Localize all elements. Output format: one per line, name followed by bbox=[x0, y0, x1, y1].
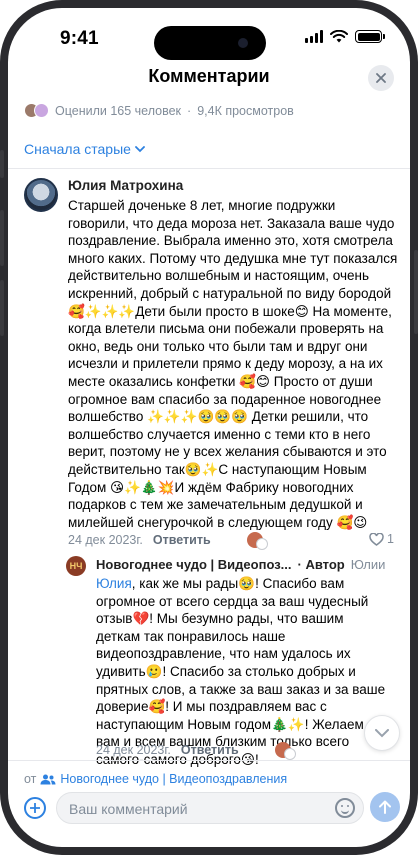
dynamic-island bbox=[154, 26, 266, 60]
reply-footer: 24 дек 2023г. Ответить bbox=[96, 742, 296, 760]
reply-body: , как же мы рады🥹! Спасибо вам огромное … bbox=[96, 576, 386, 767]
comment-composer bbox=[8, 788, 410, 828]
close-icon bbox=[376, 73, 386, 83]
scroll-down-icon bbox=[375, 728, 389, 737]
liker-avatars bbox=[24, 103, 49, 118]
volume-down-button bbox=[0, 280, 4, 336]
comment-footer: 24 дек 2023г. Ответить bbox=[68, 532, 268, 550]
divider bbox=[8, 760, 410, 761]
reply-text: Юлия, как же мы рады🥹! Спасибо вам огром… bbox=[96, 575, 390, 769]
from-prefix: от bbox=[24, 772, 37, 786]
power-button bbox=[414, 250, 418, 334]
comment-input[interactable] bbox=[69, 799, 319, 819]
heart-icon bbox=[369, 532, 384, 546]
volume-up-button bbox=[0, 210, 4, 266]
send-button[interactable] bbox=[370, 792, 400, 822]
reply-button[interactable]: Ответить bbox=[181, 743, 239, 757]
send-icon bbox=[379, 800, 391, 814]
emoji-icon[interactable] bbox=[335, 798, 355, 818]
comment-author[interactable]: Юлия Матрохина bbox=[68, 178, 183, 193]
battery-icon bbox=[355, 30, 385, 43]
sort-label: Сначала старые bbox=[24, 141, 131, 157]
author-reaction-icon bbox=[246, 532, 268, 550]
add-attachment-button[interactable] bbox=[24, 797, 46, 819]
comment-input-wrapper bbox=[56, 792, 364, 824]
screen: 9:41 Комментарии Оценили 165 человек · 9… bbox=[8, 8, 410, 847]
cellular-signal-icon bbox=[305, 30, 323, 43]
avatar bbox=[34, 103, 49, 118]
reply-to: Юлии bbox=[350, 557, 386, 572]
status-time: 9:41 bbox=[60, 28, 99, 49]
avatar[interactable] bbox=[24, 178, 58, 212]
reply-header: Новогоднее чудо | Видеопоз... · Автор Юл… bbox=[96, 557, 396, 572]
author-reaction-icon bbox=[274, 742, 296, 760]
community-name: Новогоднее чудо | Видеопоздравления bbox=[60, 772, 288, 786]
reply-author[interactable]: Новогоднее чудо | Видеопоз... bbox=[96, 557, 292, 572]
like-count: 1 bbox=[387, 532, 394, 546]
comment-date: 24 дек 2023г. bbox=[68, 533, 143, 547]
reply-date: 24 дек 2023г. bbox=[96, 743, 171, 757]
reply-button[interactable]: Ответить bbox=[153, 533, 211, 547]
page-title: Комментарии bbox=[148, 66, 270, 86]
avatar[interactable]: НЧ bbox=[66, 556, 86, 576]
add-icon bbox=[30, 803, 40, 813]
comment-text: Старшей доченьке 8 лет, многие подружки … bbox=[68, 198, 398, 530]
like-button[interactable]: 1 bbox=[369, 532, 394, 546]
phone-frame: 9:41 Комментарии Оценили 165 человек · 9… bbox=[0, 0, 418, 855]
sort-selector[interactable]: Сначала старые bbox=[24, 141, 145, 157]
community-icon bbox=[40, 774, 56, 784]
mention-link[interactable]: Юлия bbox=[96, 576, 132, 591]
views-count: 9,4К просмотров bbox=[197, 103, 294, 118]
divider bbox=[8, 168, 410, 169]
likes-summary[interactable]: Оценили 165 человек bbox=[55, 104, 181, 118]
post-stats: Оценили 165 человек · 9,4К просмотров bbox=[24, 103, 294, 118]
posting-as[interactable]: от Новогоднее чудо | Видеопоздравления bbox=[24, 772, 287, 786]
scroll-down-button[interactable] bbox=[364, 715, 400, 751]
wifi-icon bbox=[330, 30, 348, 43]
close-button[interactable] bbox=[368, 65, 394, 91]
chevron-down-icon bbox=[135, 145, 145, 152]
author-badge: · Автор bbox=[297, 557, 345, 572]
status-icons bbox=[305, 30, 385, 43]
mute-switch bbox=[0, 150, 4, 178]
